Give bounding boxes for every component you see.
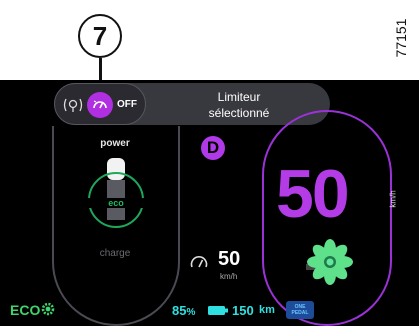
eco-label: eco [108,198,124,208]
dashboard-screen: OFF Limiteur sélectionné D power eco cha… [0,80,419,326]
callout-number: 7 [78,14,122,58]
banner-message: Limiteur sélectionné [164,89,314,121]
one-pedal-badge: ONE PEDAL [286,301,314,319]
speed-unit-box: km/h [386,184,400,214]
power-gauge-dial: eco [76,158,156,228]
range-value: 150 [232,303,254,318]
limiter-unit: km/h [220,272,238,281]
power-label: power [100,138,130,149]
eco-flower-icon [306,239,353,285]
battery-value: 85 [172,303,187,318]
battery-level: 85% [172,303,195,318]
speed-limiter-small-icon [190,256,208,268]
banner-line-2: sélectionné [208,106,270,120]
gear-indicator: D [201,136,225,160]
image-reference: 77151 [386,8,416,68]
eco-gear-icon [41,302,55,316]
speed-value: 50 [276,156,350,232]
reference-label: 77151 [393,18,409,58]
steering-signal-icon [63,98,83,112]
limiter-status: OFF [117,99,137,110]
status-footer: ECO 85% 150 km ONE PEDAL [0,294,419,326]
battery-unit: % [186,307,196,318]
limiter-value: 50 [218,248,241,270]
speed-limiter-icon[interactable] [87,92,113,118]
limiter-status-pill[interactable]: OFF [54,83,146,125]
eco-mode-label: ECO [10,302,41,318]
limiter-banner: OFF Limiteur sélectionné [54,83,330,125]
battery-icon [208,306,228,315]
banner-line-1: Limiteur [217,90,261,104]
power-indicator [107,158,125,180]
speed-unit: km/h [388,190,398,208]
charge-label: charge [99,248,131,259]
range-unit: km [259,304,275,316]
